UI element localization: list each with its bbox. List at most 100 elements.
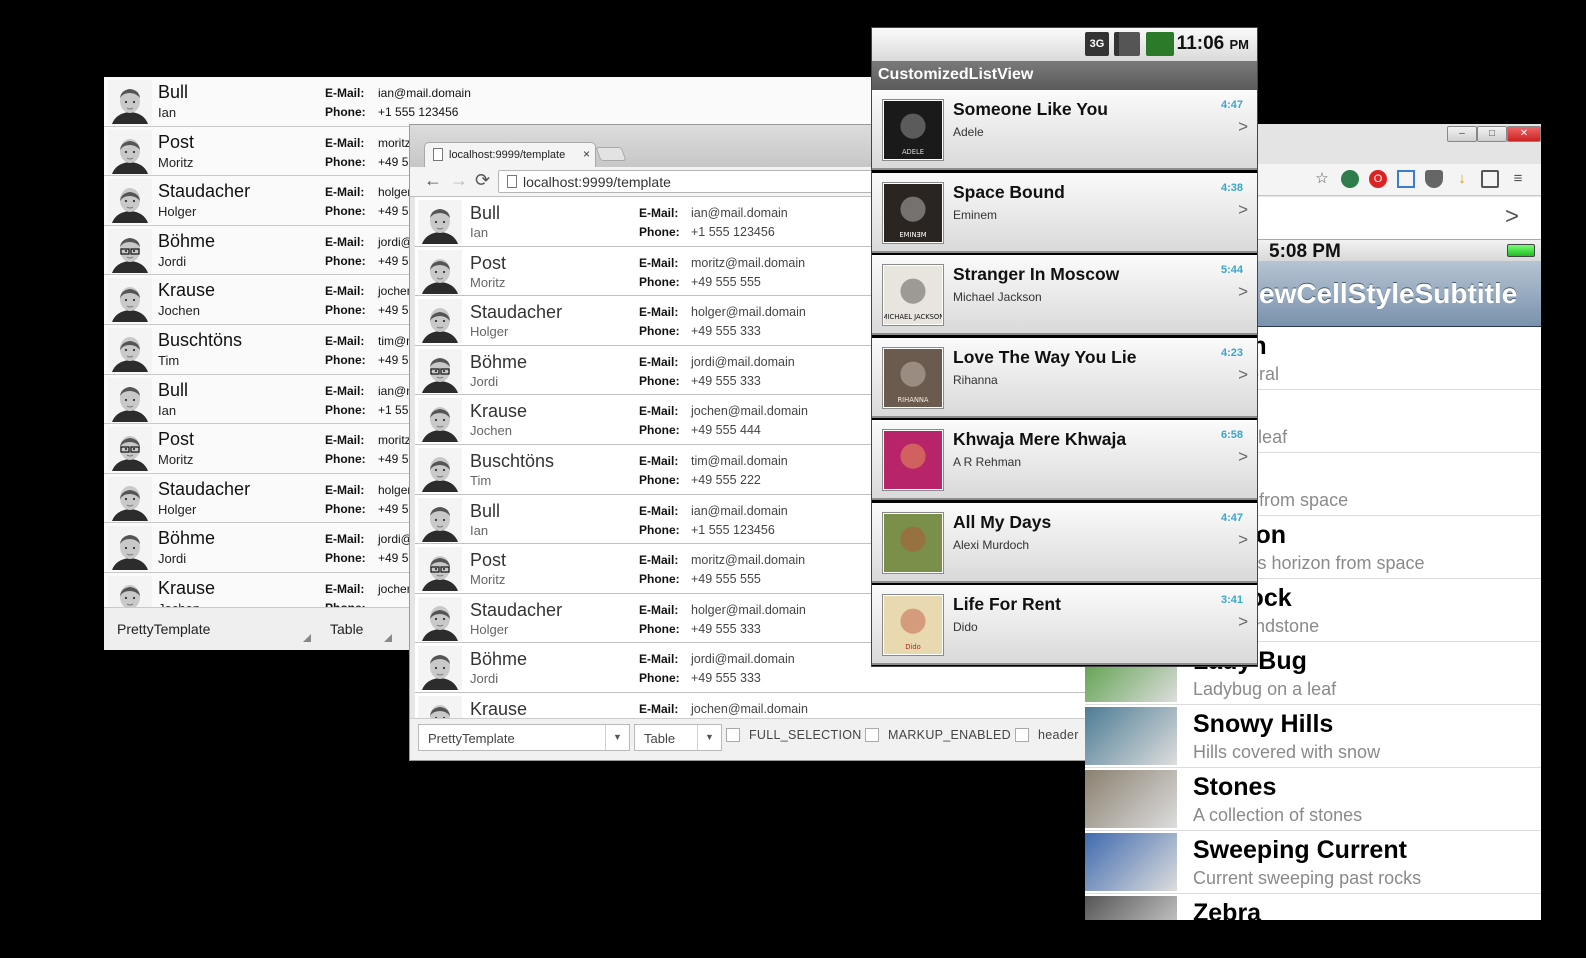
phone-label: Phone: [325,551,366,566]
contact-phone: +1 555 123456 [378,105,459,119]
email-label: E-Mail: [639,354,679,369]
contact-phone: +49 555 333 [691,373,761,388]
song-artist: Alexi Murdoch [953,537,1030,552]
layout-combo[interactable]: Table [330,621,363,637]
layout-select[interactable]: Table ▼ [634,724,722,751]
layout-combo-handle[interactable] [384,634,392,642]
ios-clock: 5:08 PM [1269,241,1341,262]
contact-email: moritz@mail.domain [691,553,806,568]
song-row[interactable]: EMINƎM Space Bound Eminem 4:38 > [872,172,1257,253]
avatar [108,129,152,174]
row-thumbnail [1085,707,1177,765]
phone-label: Phone: [639,621,680,636]
song-artist: Michael Jackson [953,290,1042,304]
template-select[interactable]: PrettyTemplate ▼ [418,724,630,751]
contact-phone: +49 555 444 [691,423,761,438]
row-subtitle: Current sweeping past rocks [1193,868,1422,888]
song-title: All My Days [953,511,1052,532]
contact-email: ian@mail.domain [378,86,471,100]
email-label: E-Mail: [325,433,365,448]
download-icon[interactable]: ↓ [1453,170,1471,188]
contact-last-name: Post [158,429,195,450]
song-duration: 5:44 [1220,264,1243,276]
template-combo-handle[interactable] [303,634,311,642]
avatar [418,497,462,542]
contact-phone: +49 555 555 [691,572,761,587]
contact-email: jordi@mail.domain [691,354,795,369]
album-cover: RIHANNA [882,346,944,409]
chevron-down-icon[interactable]: ▼ [605,725,629,750]
avatar [418,596,462,641]
markup-enabled-checkbox[interactable] [865,728,879,742]
contact-row[interactable]: KrauseJochenE-Mail:jochen@mail.domainPho… [415,692,1085,718]
chevron-right-icon: > [1238,199,1248,219]
chevron-down-icon[interactable]: ▼ [697,725,721,750]
song-row[interactable]: Dido Life For Rent Dido 3:41 > [872,585,1257,665]
avatar [108,228,152,273]
album-cover-text: RIHANNA [897,396,928,404]
album-cover-text: MICHAEL JACKSON [884,313,942,321]
song-row[interactable]: All My Days Alexi Murdoch 4:47 > [872,502,1257,583]
star-icon[interactable]: ☆ [1313,170,1331,188]
phone-label: Phone: [639,472,680,487]
ios-table-row[interactable]: Stones A collection of stones [1085,768,1541,831]
phone-label: Phone: [325,352,366,367]
song-duration: 3:41 [1220,594,1243,606]
header-label[interactable]: header [1038,728,1079,742]
full-selection-label[interactable]: FULL_SELECTION [749,728,862,742]
song-list[interactable]: ADELE Someone Like You Adele 4:47 > EMINƎM Spa… [872,90,1257,666]
contact-first-name: Ian [470,522,489,538]
phone-label: Phone: [639,423,680,438]
song-artist: Rihanna [953,372,998,387]
song-artist: A R Rehman [953,455,1022,469]
chrome-extension-icon[interactable] [1341,170,1359,188]
chevron-right-icon[interactable]: > [1505,203,1519,231]
cast-tab-icon[interactable] [1397,170,1415,188]
full-selection-checkbox[interactable] [726,728,740,742]
song-row[interactable]: ADELE Someone Like You Adele 4:47 > [872,90,1257,170]
song-artist: Dido [953,620,978,634]
email-label: E-Mail: [325,135,365,150]
template-combo[interactable]: PrettyTemplate [117,621,210,637]
contact-last-name: Post [470,550,507,571]
ios-table-row[interactable]: Snowy Hills Hills covered with snow [1085,705,1541,768]
row-thumbnail [1085,896,1177,920]
minimize-icon[interactable]: – [1447,126,1477,142]
cast-icon[interactable] [1481,170,1499,188]
browser-tab[interactable]: localhost:9999/template × [424,142,596,167]
contact-row[interactable]: Bull Ian E-Mail: ian@mail.domain Phone: +1 55… [104,77,879,127]
ios-table-row[interactable]: Zebra [1085,894,1541,920]
contact-last-name: Buschtöns [470,450,555,471]
reload-icon[interactable]: ⟳ [475,170,490,191]
row-title: Stones [1193,773,1277,801]
ios-table-row[interactable]: Sweeping Current Current sweeping past ro… [1085,831,1541,894]
row-thumbnail [1085,770,1177,828]
close-icon[interactable]: ✕ [1507,126,1541,142]
album-cover: MICHAEL JACKSON [882,264,944,326]
contact-phone: +49 555 333 [691,324,761,339]
new-tab-button[interactable] [595,147,627,161]
song-row[interactable]: RIHANNA Love The Way You Lie Rihanna 4:23 > [872,337,1257,418]
forward-arrow-icon[interactable]: → [450,170,468,191]
opera-icon[interactable]: O [1369,170,1387,188]
pocket-icon[interactable] [1425,170,1443,188]
song-row[interactable]: Khwaja Mere Khwaja A R Rehman 6:58 > [872,420,1257,500]
album-cover-text: Dido [905,643,921,651]
phone-label: Phone: [639,373,680,388]
header-checkbox[interactable] [1015,728,1029,742]
back-arrow-icon[interactable]: ← [424,170,442,191]
contact-phone: +1 555 123456 [691,522,775,537]
phone-label: Phone: [639,671,680,686]
tab-close-icon[interactable]: × [583,147,590,161]
menu-icon[interactable]: ≡ [1509,170,1527,188]
url-text[interactable]: localhost:9999/template [523,174,671,190]
song-title: Space Bound [953,181,1065,202]
maximize-icon[interactable]: □ [1477,126,1507,142]
song-row[interactable]: MICHAEL JACKSON Stranger In Moscow Michael… [872,255,1257,335]
contact-email: ian@mail.domain [691,503,788,518]
email-label: E-Mail: [639,305,679,320]
markup-enabled-label[interactable]: MARKUP_ENABLED [888,728,1011,742]
contact-first-name: Holger [158,204,197,220]
ios-nav-title: ewCellStyleSubtitle [1259,278,1518,309]
android-window: 3G 11:06 PM CustomizedListView ADELE Some… [871,27,1258,667]
